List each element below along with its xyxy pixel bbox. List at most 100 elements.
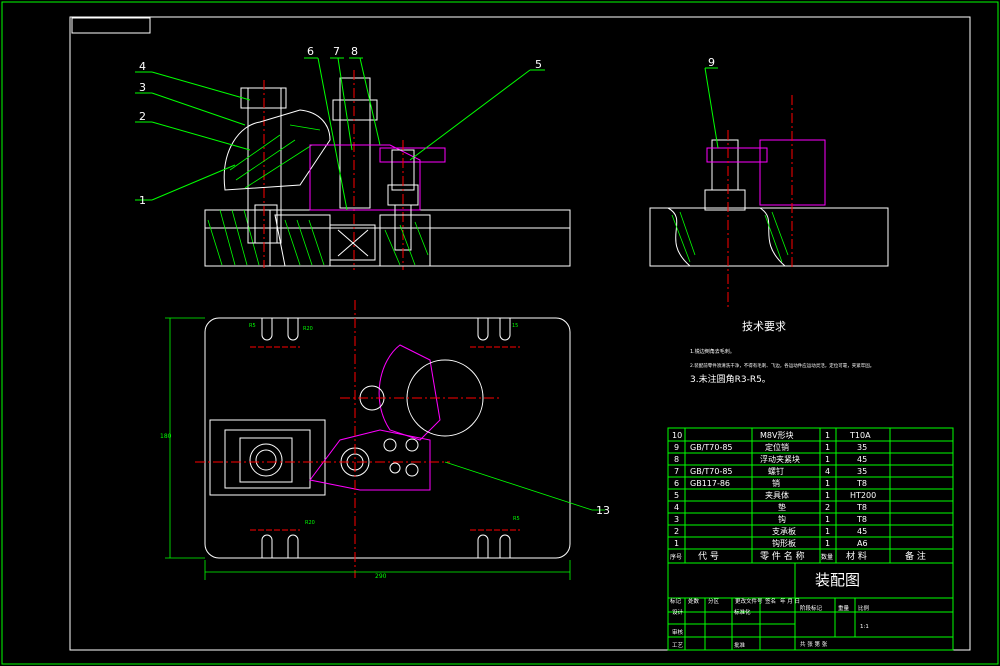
svg-text:标记: 标记: [670, 597, 682, 605]
svg-text:9: 9: [674, 443, 679, 452]
dim-slot-r5-b: R5: [513, 516, 520, 522]
dim-slot-15-a: 15: [512, 323, 518, 329]
svg-text:T8: T8: [856, 503, 867, 512]
bom-row: 4 垫 2 T8: [674, 502, 867, 512]
svg-text:A6: A6: [857, 539, 868, 548]
svg-text:序号: 序号: [670, 553, 682, 561]
svg-text:35: 35: [857, 443, 867, 452]
bom-row: 9 GB/T70-85 定位销 1 35: [674, 442, 867, 452]
svg-text:HT200: HT200: [850, 491, 876, 500]
svg-text:1: 1: [825, 491, 830, 500]
svg-text:签名: 签名: [765, 597, 776, 605]
tech-req-item-3: 3.未注圆角R3-R5。: [690, 373, 771, 385]
svg-text:共 张 第 张: 共 张 第 张: [800, 640, 828, 648]
bom-row: 3 钩 1 T8: [674, 514, 867, 524]
svg-text:1: 1: [825, 515, 830, 524]
svg-text:标准化: 标准化: [734, 608, 751, 616]
svg-text:螺钉: 螺钉: [768, 466, 784, 476]
balloon-6: 6: [307, 45, 314, 58]
plan-view: [195, 300, 571, 578]
dim-width: 290: [375, 573, 387, 580]
bom-row: 2 支承板 1 45: [674, 526, 867, 536]
dim-slot-r20-b: R20: [305, 520, 315, 526]
svg-text:批准: 批准: [734, 641, 746, 649]
drawing-title: 装配图: [815, 571, 860, 589]
bom-row: 8 浮动夹紧块 1 45: [674, 454, 867, 464]
svg-text:定位销: 定位销: [765, 442, 789, 452]
svg-text:材 料: 材 料: [846, 550, 867, 562]
svg-text:分区: 分区: [708, 597, 720, 605]
svg-text:10: 10: [672, 431, 682, 440]
svg-text:数量: 数量: [821, 553, 833, 561]
svg-text:45: 45: [857, 455, 867, 464]
svg-text:1: 1: [825, 431, 830, 440]
bom-row: 1 钩形板 1 A6: [674, 538, 868, 548]
svg-text:7: 7: [674, 467, 679, 476]
dim-slot-r5-a: R5: [249, 323, 256, 329]
dim-height: 180: [160, 433, 172, 440]
svg-text:1: 1: [825, 479, 830, 488]
svg-text:T8: T8: [856, 479, 867, 488]
svg-text:2: 2: [825, 503, 830, 512]
assembly-drawing: 4 3 2 1 6 7 8 5 9 290 180 R5 R20 15 R5 R…: [1, 1, 999, 665]
balloon-5: 5: [535, 58, 542, 71]
svg-text:浮动夹紧块: 浮动夹紧块: [760, 454, 800, 464]
svg-text:1: 1: [825, 527, 830, 536]
svg-text:1: 1: [825, 443, 830, 452]
svg-text:3: 3: [674, 515, 679, 524]
svg-text:零 件 名 称: 零 件 名 称: [760, 550, 805, 562]
svg-text:GB117-86: GB117-86: [690, 479, 730, 488]
tech-req-item-2: 2.装配前零件须清洗干净，不得有毛刺、飞边，各运动件应运动灵活，定位可靠，夹紧牢…: [690, 362, 874, 369]
balloon-3: 3: [139, 81, 146, 94]
svg-text:备 注: 备 注: [905, 550, 926, 562]
balloon-8: 8: [351, 45, 358, 58]
svg-text:钩: 钩: [778, 514, 786, 524]
bom-row: 5 夹具体 1 HT200: [674, 490, 876, 500]
svg-text:1: 1: [674, 539, 679, 548]
balloon-13: 13: [596, 504, 610, 517]
svg-text:T10A: T10A: [849, 431, 871, 440]
front-view: [204, 70, 571, 270]
svg-text:销: 销: [772, 478, 780, 488]
svg-text:夹具体: 夹具体: [765, 490, 789, 500]
svg-text:1: 1: [825, 455, 830, 464]
svg-text:更改文件号: 更改文件号: [735, 597, 763, 605]
svg-text:4: 4: [825, 467, 830, 476]
svg-text:1: 1: [825, 539, 830, 548]
svg-text:设计: 设计: [672, 608, 684, 616]
svg-text:6: 6: [674, 479, 679, 488]
svg-text:支承板: 支承板: [772, 526, 796, 536]
bom-grid: [667, 427, 954, 651]
title-block: 标记 处数 分区 更改文件号 签名 年 月 日 设计 标准化 审核 工艺 批准 …: [670, 597, 870, 649]
bom-row: 7 GB/T70-85 螺钉 4 35: [674, 466, 867, 476]
bom-row: 10 M8V形块 1 T10A: [672, 430, 871, 440]
balloon-9: 9: [708, 56, 715, 69]
bom-header: 序号 代 号 零 件 名 称 数量 材 料 备 注: [670, 550, 926, 562]
bom-rows: 10 M8V形块 1 T10A 9 GB/T70-85 定位销 1 35 8 浮…: [670, 430, 926, 562]
svg-text:4: 4: [674, 503, 679, 512]
svg-text:1:1: 1:1: [860, 624, 869, 630]
svg-text:T8: T8: [856, 515, 867, 524]
svg-text:8: 8: [674, 455, 679, 464]
tech-req-item-1: 1.锐边倒角去毛刺。: [690, 348, 735, 355]
balloon-1: 1: [139, 194, 146, 207]
svg-text:2: 2: [674, 527, 679, 536]
svg-text:45: 45: [857, 527, 867, 536]
svg-text:5: 5: [674, 491, 679, 500]
balloon-4: 4: [139, 60, 146, 73]
svg-text:GB/T70-85: GB/T70-85: [690, 443, 733, 452]
svg-text:处数: 处数: [688, 597, 700, 605]
svg-text:比例: 比例: [858, 604, 870, 612]
svg-text:工艺: 工艺: [672, 642, 684, 649]
tech-req-heading: 技术要求: [742, 320, 786, 333]
svg-text:审核: 审核: [672, 628, 684, 636]
svg-text:钩形板: 钩形板: [772, 538, 796, 548]
svg-text:垫: 垫: [778, 502, 786, 512]
dim-slot-r20-a: R20: [303, 326, 313, 332]
balloon-2: 2: [139, 110, 146, 123]
balloon-7: 7: [333, 45, 340, 58]
svg-text:M8V形块: M8V形块: [760, 430, 793, 440]
svg-text:35: 35: [857, 467, 867, 476]
svg-text:重量: 重量: [838, 604, 850, 612]
bom-row: 6 GB117-86 销 1 T8: [674, 478, 867, 488]
